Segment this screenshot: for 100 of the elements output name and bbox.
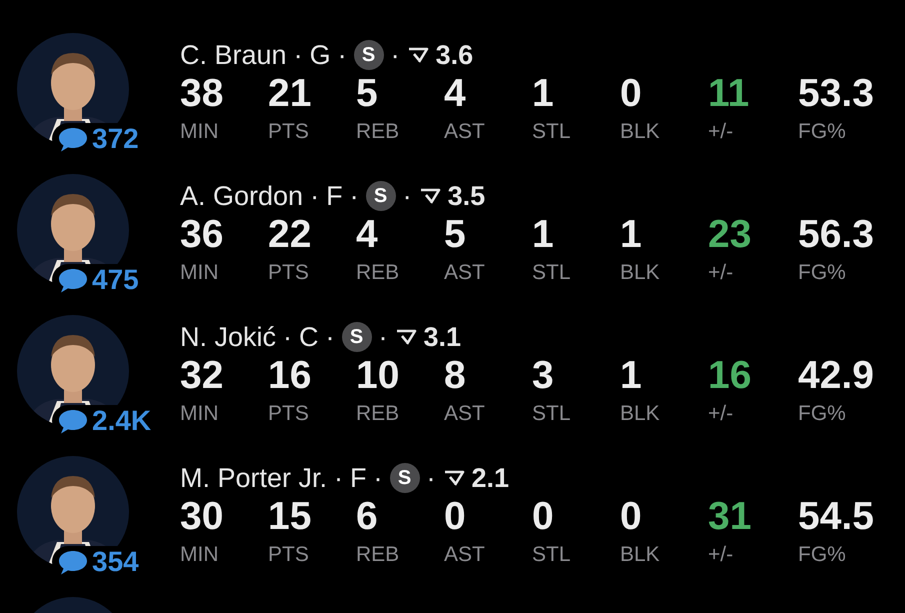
stat-value: 22: [268, 213, 312, 257]
player-position: C: [299, 322, 319, 352]
starter-badge: S: [366, 181, 396, 211]
player-rating: 3.6: [436, 40, 474, 70]
stat-label: FG%: [798, 260, 847, 286]
stat-value: 32: [180, 354, 224, 398]
stat-value: 4: [444, 72, 467, 116]
separator: ·: [426, 462, 436, 494]
stat-label: MIN: [180, 260, 220, 286]
stat-label: STL: [532, 260, 572, 286]
player-name[interactable]: C. Braun: [180, 40, 287, 70]
player-rating: 3.1: [424, 322, 462, 352]
separator: ·: [338, 40, 347, 70]
stat-value: 1: [532, 213, 555, 257]
stat-value: 0: [620, 72, 643, 116]
rating-icon: [406, 46, 429, 64]
stat-label: MIN: [180, 542, 220, 568]
stat-label: FG%: [798, 401, 847, 427]
stat-label: AST: [444, 401, 486, 427]
stat-label: +/-: [708, 260, 734, 286]
starter-badge: S: [342, 322, 372, 352]
stat-value: 42.9: [798, 354, 875, 398]
player-rating: 2.1: [472, 462, 510, 494]
stat-label: BLK: [620, 542, 661, 568]
stat-label: AST: [444, 260, 486, 286]
stat-label: AST: [444, 119, 486, 145]
separator: ·: [334, 462, 344, 494]
rating-icon: [394, 328, 417, 346]
stat-value: 15: [268, 495, 312, 539]
stat-label: REB: [356, 260, 400, 286]
player-name[interactable]: A. Gordon: [180, 180, 304, 212]
separator: ·: [402, 180, 412, 212]
stat-value: 16: [268, 354, 312, 398]
stat-value: 1: [620, 354, 643, 398]
stat-label: MIN: [180, 401, 220, 427]
stat-label: MIN: [180, 119, 220, 145]
speech-bubble-icon: [58, 548, 88, 576]
stat-value: 1: [620, 213, 643, 257]
stat-value: 5: [356, 72, 379, 116]
stat-value: 38: [180, 72, 224, 116]
speech-bubble-icon: [58, 408, 88, 434]
stat-value: 6: [356, 495, 379, 539]
stat-label: REB: [356, 542, 400, 568]
stat-value: 0: [444, 495, 467, 539]
separator: ·: [378, 322, 388, 352]
stat-label: STL: [532, 542, 572, 568]
speech-bubble-icon: [58, 266, 88, 294]
stat-label: PTS: [268, 119, 310, 145]
stat-label: FG%: [798, 119, 847, 145]
rating-icon: [442, 469, 465, 487]
separator: ·: [326, 322, 335, 352]
stat-label: REB: [356, 401, 400, 427]
stat-label: +/-: [708, 119, 734, 145]
starter-badge: S: [354, 40, 384, 70]
player-name[interactable]: M. Porter Jr.: [180, 462, 328, 494]
stat-value: 4: [356, 213, 379, 257]
stat-value: 53.3: [798, 72, 875, 116]
stat-label: BLK: [620, 401, 661, 427]
stat-label: FG%: [798, 542, 847, 568]
stat-label: +/-: [708, 401, 734, 427]
player-rating: 3.5: [448, 180, 486, 212]
rating-icon: [418, 187, 441, 205]
stat-label: PTS: [268, 260, 310, 286]
stat-value: 56.3: [798, 213, 875, 257]
stat-value: 5: [444, 213, 467, 257]
stat-value: 3: [532, 354, 555, 398]
stat-value: 0: [620, 495, 643, 539]
separator: ·: [283, 322, 292, 352]
stat-label: PTS: [268, 542, 310, 568]
stat-label: BLK: [620, 119, 661, 145]
stat-value: 31: [708, 495, 752, 539]
player-position: F: [326, 180, 343, 212]
stat-label: STL: [532, 401, 572, 427]
stat-label: REB: [356, 119, 400, 145]
stat-label: PTS: [268, 401, 310, 427]
stat-value: 16: [708, 354, 752, 398]
stat-label: BLK: [620, 260, 661, 286]
separator: ·: [350, 180, 359, 212]
separator: ·: [310, 180, 320, 212]
stat-value: 10: [356, 354, 400, 398]
stat-value: 36: [180, 213, 224, 257]
stat-label: AST: [444, 542, 486, 568]
starter-badge: S: [390, 463, 420, 493]
player-name[interactable]: N. Jokić: [180, 322, 276, 352]
separator: ·: [390, 40, 400, 70]
stat-value: 54.5: [798, 495, 875, 539]
player-position: G: [310, 40, 331, 70]
stat-label: STL: [532, 119, 572, 145]
stat-value: 23: [708, 213, 752, 257]
stat-value: 1: [532, 72, 555, 116]
speech-bubble-icon: [58, 126, 88, 152]
stat-label: +/-: [708, 542, 734, 568]
stat-value: 21: [268, 72, 312, 116]
stat-value: 0: [532, 495, 555, 539]
stat-value: 11: [708, 72, 750, 116]
player-position: F: [350, 462, 367, 494]
separator: ·: [294, 40, 303, 70]
separator: ·: [374, 462, 383, 494]
stat-value: 8: [444, 354, 467, 398]
stat-value: 30: [180, 495, 224, 539]
